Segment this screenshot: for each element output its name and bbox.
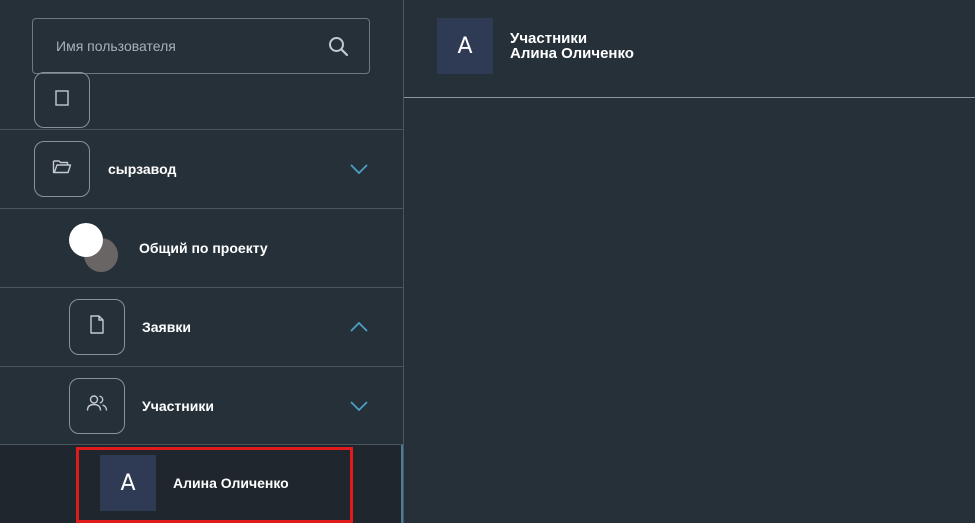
- requests-icon-box: [69, 299, 125, 355]
- folder-icon-box: [34, 141, 90, 197]
- general-label: Общий по проекту: [139, 240, 268, 256]
- header-avatar: А: [437, 18, 493, 74]
- sidebar: сырзавод Общий по проекту: [0, 0, 404, 523]
- channel-icon-front-circle: [69, 223, 103, 257]
- project-tree: сырзавод Общий по проекту Заявки Участни…: [0, 72, 403, 523]
- file-icon: [89, 315, 105, 339]
- tree-item-folder[interactable]: сырзавод: [0, 130, 403, 209]
- header-title: Участники: [510, 30, 588, 47]
- tree-item-partial[interactable]: [0, 72, 403, 130]
- tree-item-members[interactable]: Участники: [0, 367, 403, 445]
- chat-header: А Участники Алина Оличенко: [404, 0, 975, 98]
- item-icon-box: [34, 72, 90, 128]
- tree-item-general[interactable]: Общий по проекту: [0, 209, 403, 288]
- document-icon: [53, 89, 71, 112]
- chevron-down-icon[interactable]: [349, 159, 369, 179]
- project-channel-icon: [66, 220, 122, 276]
- app-window: сырзавод Общий по проекту: [0, 0, 975, 523]
- chevron-up-icon[interactable]: [349, 317, 369, 337]
- chevron-down-icon[interactable]: [349, 396, 369, 416]
- tree-item-user-selected[interactable]: А Алина Оличенко: [0, 445, 403, 523]
- search-input[interactable]: [56, 38, 327, 54]
- search-icon[interactable]: [327, 35, 349, 57]
- folder-icon: [52, 158, 72, 180]
- requests-label: Заявки: [142, 319, 191, 335]
- main-panel: А Участники Алина Оличенко: [404, 0, 975, 523]
- header-subtitle: Алина Оличенко: [510, 45, 634, 62]
- selection-accent-bar: [401, 445, 403, 523]
- folder-label: сырзавод: [108, 161, 177, 177]
- header-text: Участники Алина Оличенко: [510, 31, 634, 61]
- tree-item-requests[interactable]: Заявки: [0, 288, 403, 367]
- selection-highlight: [76, 447, 353, 523]
- users-icon: [86, 394, 108, 417]
- members-icon-box: [69, 377, 125, 434]
- search-box[interactable]: [32, 18, 370, 74]
- members-label: Участники: [142, 397, 214, 414]
